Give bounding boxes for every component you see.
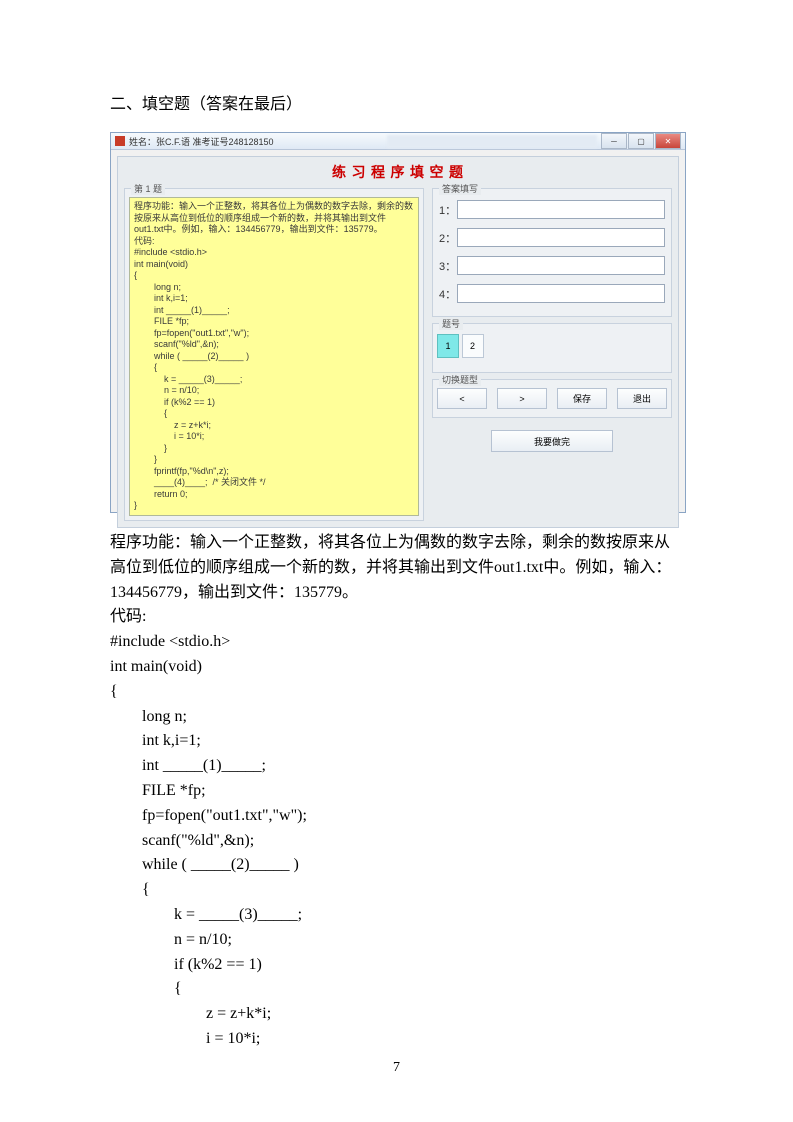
page-number: 7 [0, 1060, 793, 1076]
section-title: 二、填空题（答案在最后） [110, 90, 683, 114]
exit-button[interactable]: 退出 [617, 388, 667, 409]
question-code-area[interactable]: 程序功能：输入一个正整数，将其各位上为偶数的数字去除，剩余的数 按原来从高位到低… [129, 197, 419, 516]
answers-group-label: 答案填写 [439, 182, 481, 195]
prev-button[interactable]: < [437, 388, 487, 409]
banner-title: 练 习 程 序 填 空 题 [118, 157, 678, 188]
app-inner: 练 习 程 序 填 空 题 第 1 题 程序功能：输入一个正整数，将其各位上为偶… [117, 156, 679, 528]
problem-description: 程序功能：输入一个正整数，将其各位上为偶数的数字去除，剩余的数按原来从高位到低位… [110, 531, 683, 605]
titlebar: 姓名：张C.F.语 准考证号248128150 ─ ▢ ✕ [111, 133, 685, 150]
window-title: 姓名：张C.F.语 准考证号248128150 [129, 135, 387, 148]
answer-label-4: 4： [439, 286, 457, 302]
code-listing: #include <stdio.h> int main(void) { long… [110, 630, 683, 1052]
nav-group-label: 切换题型 [439, 373, 481, 386]
minimize-button[interactable]: ─ [601, 133, 627, 149]
nav-group: 切换题型 < > 保存 退出 [432, 379, 672, 418]
question-num-1[interactable]: 1 [437, 334, 459, 358]
question-number-group: 题号 1 2 [432, 323, 672, 373]
submit-button[interactable]: 我要做完 [491, 430, 613, 452]
answer-input-4[interactable] [457, 284, 665, 303]
left-group-label: 第 1 题 [131, 182, 165, 195]
next-button[interactable]: > [497, 388, 547, 409]
answer-label-1: 1： [439, 202, 457, 218]
answer-input-1[interactable] [457, 200, 665, 219]
question-num-2[interactable]: 2 [462, 334, 484, 358]
close-button[interactable]: ✕ [655, 133, 681, 149]
title-blur [387, 135, 597, 148]
app-icon [115, 136, 125, 146]
answers-group: 答案填写 1： 2： 3： [432, 188, 672, 317]
save-button[interactable]: 保存 [557, 388, 607, 409]
answer-input-3[interactable] [457, 256, 665, 275]
answer-label-2: 2： [439, 230, 457, 246]
window-controls: ─ ▢ ✕ [601, 133, 681, 149]
nums-group-label: 题号 [439, 317, 463, 330]
answer-label-3: 3： [439, 258, 457, 274]
code-label: 代码: [110, 605, 683, 630]
app-window: 姓名：张C.F.语 准考证号248128150 ─ ▢ ✕ 练 习 程 序 填 … [110, 132, 686, 513]
maximize-button[interactable]: ▢ [628, 133, 654, 149]
answer-input-2[interactable] [457, 228, 665, 247]
